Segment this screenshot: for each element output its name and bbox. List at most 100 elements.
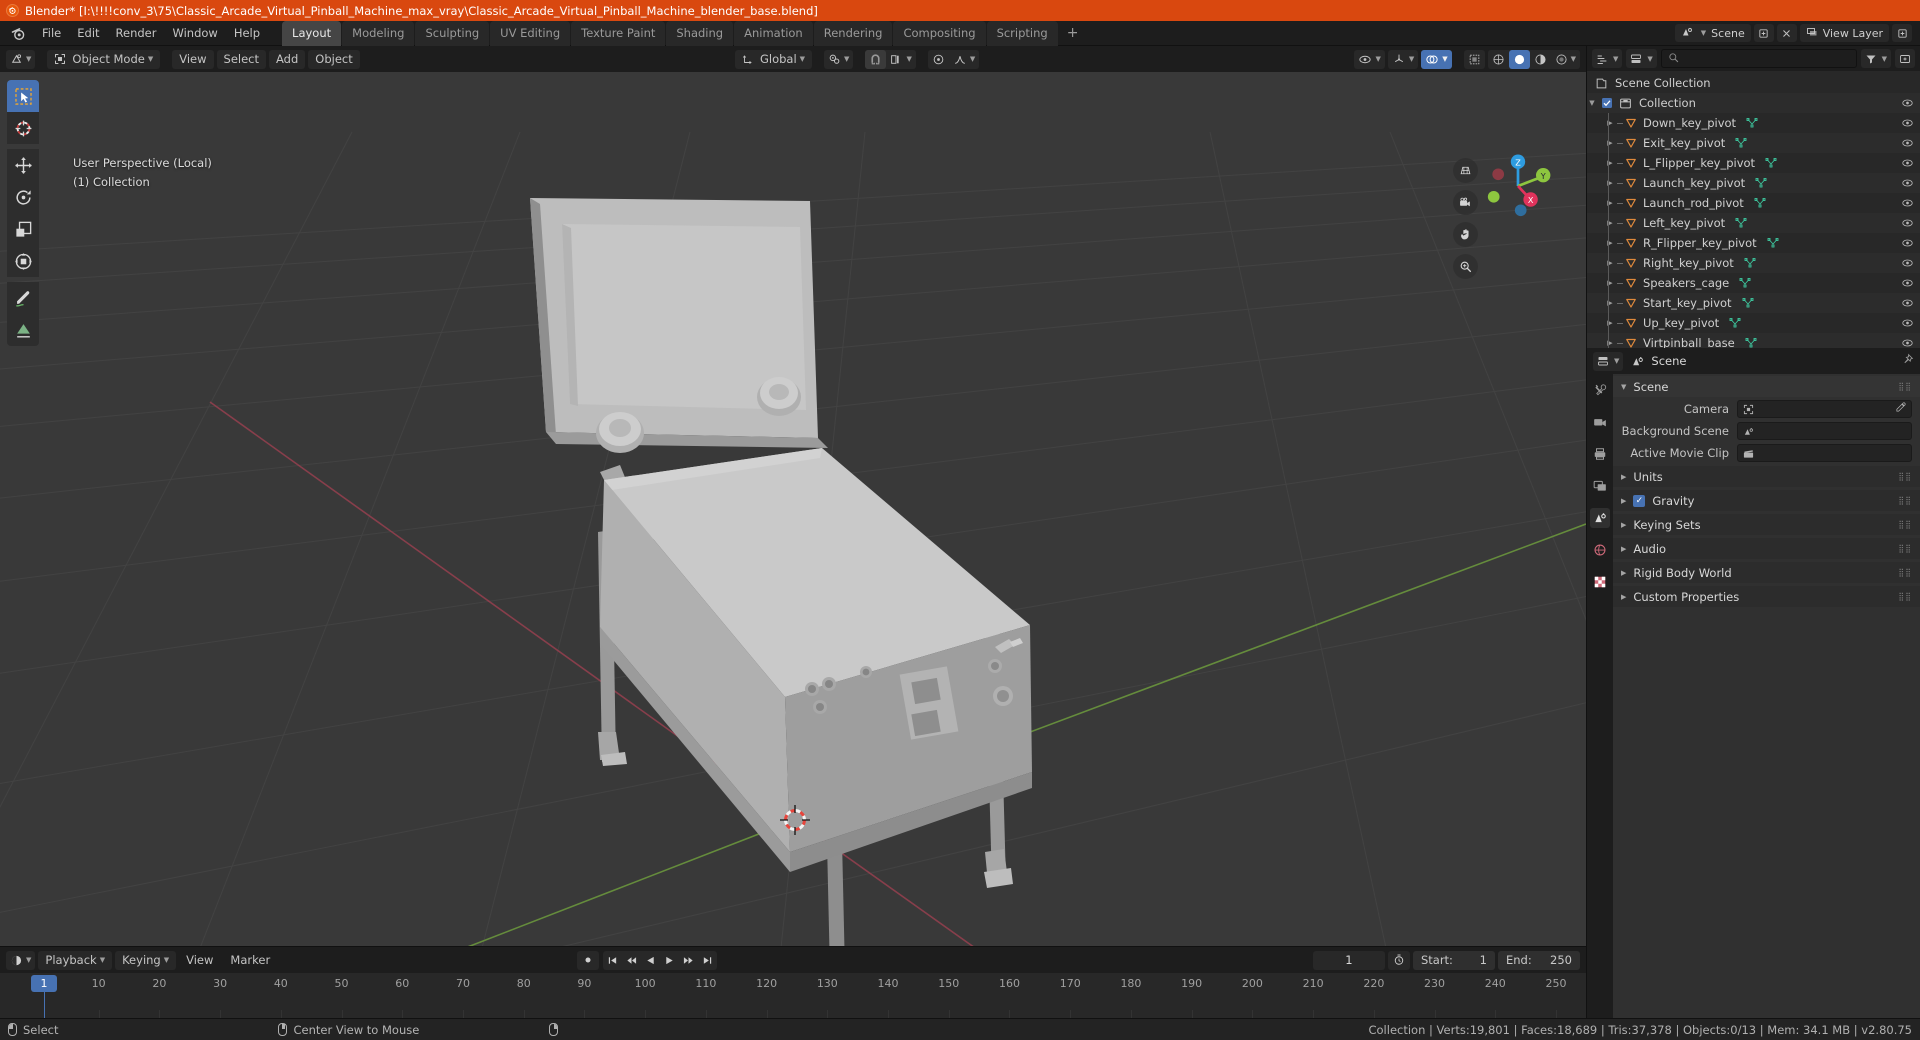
rotate-tool[interactable] — [7, 181, 39, 213]
disclosure-triangle-icon[interactable]: ▶ — [1605, 259, 1615, 267]
panel-disclosure-icon[interactable]: ▶ — [1621, 569, 1626, 577]
eye-visibility-icon[interactable] — [1901, 297, 1914, 309]
view-layer-properties-tab[interactable] — [1590, 476, 1610, 496]
timeline-menu-playback[interactable]: Playback ▼ — [38, 950, 113, 970]
mesh-data-icon[interactable] — [1767, 237, 1779, 249]
frame-end-field[interactable]: End: 250 — [1497, 950, 1580, 970]
next-keyframe-icon[interactable] — [679, 951, 698, 970]
render-properties-tab[interactable] — [1590, 412, 1610, 432]
panel-header-keying-sets[interactable]: ▶ Keying Sets ⣿⣿ — [1613, 514, 1920, 535]
filter-icon[interactable]: ▼ — [1860, 49, 1891, 69]
workspace-tab-scripting[interactable]: Scripting — [986, 20, 1058, 46]
mesh-data-icon[interactable] — [1765, 157, 1777, 169]
jump-to-start-icon[interactable] — [603, 951, 622, 970]
timeline-menu-keying[interactable]: Keying ▼ — [115, 950, 177, 970]
mesh-data-icon[interactable] — [1744, 257, 1756, 269]
object-visibility-icon[interactable]: ▼ — [1354, 49, 1385, 69]
shading-solid-icon[interactable] — [1508, 49, 1530, 69]
outliner-row-object[interactable]: ▶ Down_key_pivot — [1587, 113, 1920, 133]
outliner-row-object[interactable]: ▶ Right_key_pivot — [1587, 253, 1920, 274]
falloff-smooth-icon[interactable]: ▼ — [948, 49, 980, 69]
transform-tool[interactable] — [7, 245, 39, 277]
auto-keying-icon[interactable] — [576, 950, 599, 970]
mesh-data-icon[interactable] — [1742, 297, 1754, 309]
panel-disclosure-icon[interactable]: ▼ — [1621, 383, 1626, 391]
texture-properties-tab[interactable] — [1590, 572, 1610, 592]
mesh-data-icon[interactable] — [1754, 197, 1766, 209]
preview-range-icon[interactable] — [1387, 950, 1410, 970]
disclosure-triangle-icon[interactable]: ▶ — [1605, 219, 1615, 227]
eye-visibility-icon[interactable] — [1901, 277, 1914, 289]
active-movie-clip-field[interactable] — [1737, 444, 1912, 462]
outliner-row-object[interactable]: ▶ Virtpinball_base — [1587, 333, 1920, 348]
outliner-row-object[interactable]: ▶ Left_key_pivot — [1587, 213, 1920, 234]
editor-type-outliner-icon[interactable]: ▼ — [1592, 49, 1623, 69]
outliner-row-object[interactable]: ▶ Up_key_pivot — [1587, 313, 1920, 333]
current-frame-field[interactable]: 1 — [1312, 950, 1385, 970]
editor-type-timeline-icon[interactable]: ▼ — [6, 950, 36, 970]
panel-disclosure-icon[interactable]: ▶ — [1621, 521, 1626, 529]
viewport-menu-view[interactable]: View — [172, 49, 214, 69]
panel-header-audio[interactable]: ▶ Audio ⣿⣿ — [1613, 538, 1920, 559]
pin-icon[interactable] — [1901, 353, 1914, 370]
measure-tool[interactable] — [7, 314, 39, 346]
eye-visibility-icon[interactable] — [1901, 197, 1914, 209]
add-workspace-button[interactable]: + — [1059, 21, 1087, 46]
disclosure-triangle-icon[interactable]: ▶ — [1605, 179, 1615, 187]
outliner-row-scene-collection[interactable]: Scene Collection — [1587, 73, 1920, 93]
view-layer-selector[interactable]: View Layer — [1799, 24, 1889, 42]
new-view-layer-button[interactable] — [1892, 24, 1912, 42]
collection-checkbox[interactable] — [1601, 97, 1613, 109]
outliner-row-object[interactable]: ▶ Launch_rod_pivot — [1587, 193, 1920, 213]
outliner-row-object[interactable]: ▶ L_Flipper_key_pivot — [1587, 153, 1920, 173]
prev-keyframe-icon[interactable] — [622, 951, 641, 970]
play-icon[interactable] — [660, 951, 679, 970]
gizmo-toggle-icon[interactable]: ▼ — [1387, 49, 1419, 69]
disclosure-triangle-icon[interactable]: ▶ — [1605, 119, 1615, 127]
new-scene-button[interactable] — [1753, 24, 1774, 42]
output-properties-tab[interactable] — [1590, 444, 1610, 464]
eye-visibility-icon[interactable] — [1901, 217, 1914, 229]
proportional-edit-icon[interactable] — [927, 49, 949, 69]
eyedropper-icon[interactable] — [1895, 402, 1906, 416]
scale-tool[interactable] — [7, 213, 39, 245]
panel-disclosure-icon[interactable]: ▶ — [1621, 545, 1626, 553]
mesh-data-icon[interactable] — [1746, 117, 1758, 129]
workspace-tab-rendering[interactable]: Rendering — [813, 20, 893, 46]
menu-window[interactable]: Window — [164, 23, 225, 43]
disclosure-triangle-icon[interactable]: ▶ — [1605, 199, 1615, 207]
timeline-playhead[interactable]: 1 — [31, 975, 57, 992]
eye-visibility-icon[interactable] — [1901, 177, 1914, 189]
camera-field[interactable] — [1737, 400, 1912, 418]
eye-visibility-icon[interactable] — [1901, 137, 1914, 149]
disclosure-triangle-icon[interactable]: ▶ — [1605, 319, 1615, 327]
disclosure-triangle-icon[interactable]: ▶ — [1605, 339, 1615, 347]
disclosure-triangle-icon[interactable]: ▶ — [1605, 279, 1615, 287]
camera-perspective-toggle-icon[interactable] — [1453, 158, 1478, 183]
eye-visibility-icon[interactable] — [1901, 237, 1914, 249]
menu-help[interactable]: Help — [226, 23, 268, 43]
outliner-row-object[interactable]: ▶ Speakers_cage — [1587, 273, 1920, 293]
eye-visibility-icon[interactable] — [1901, 337, 1914, 348]
timeline-menu-marker[interactable]: Marker — [223, 951, 277, 970]
menu-edit[interactable]: Edit — [69, 23, 107, 43]
workspace-tab-texture-paint[interactable]: Texture Paint — [571, 20, 666, 46]
workspace-tab-modeling[interactable]: Modeling — [342, 20, 415, 46]
play-reverse-icon[interactable] — [641, 951, 660, 970]
shading-wireframe-icon[interactable] — [1487, 49, 1509, 69]
menu-file[interactable]: File — [34, 23, 69, 43]
snap-increment-selector[interactable]: ▼ — [886, 49, 916, 69]
workspace-tab-shading[interactable]: Shading — [666, 20, 734, 46]
camera-view-icon[interactable] — [1453, 190, 1478, 215]
workspace-tab-animation[interactable]: Animation — [734, 20, 813, 46]
viewport-menu-add[interactable]: Add — [269, 49, 306, 69]
object-mode-selector[interactable]: Object Mode ▼ — [47, 49, 161, 69]
disclosure-triangle-icon[interactable]: ▶ — [1605, 299, 1615, 307]
cursor-tool[interactable] — [7, 112, 39, 144]
mesh-data-icon[interactable] — [1735, 137, 1747, 149]
workspace-tab-compositing[interactable]: Compositing — [893, 20, 986, 46]
editor-type-3dview-icon[interactable]: ▼ — [6, 49, 36, 69]
panel-disclosure-icon[interactable]: ▶ — [1621, 593, 1626, 601]
select-box-tool[interactable] — [7, 80, 39, 112]
editor-type-properties-icon[interactable]: ▼ — [1593, 351, 1624, 371]
